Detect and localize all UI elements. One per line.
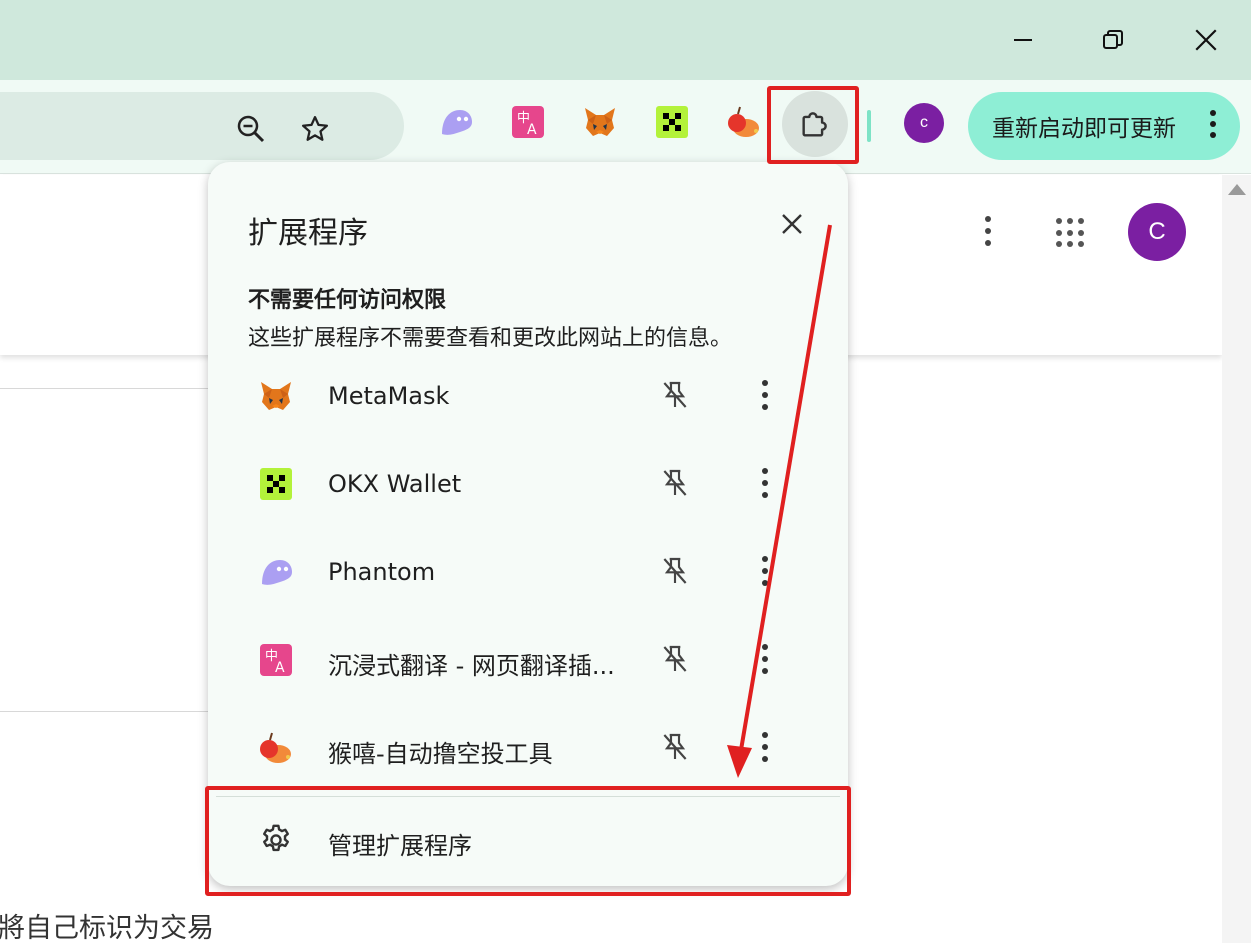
- more-menu-icon[interactable]: [1210, 110, 1216, 138]
- star-icon[interactable]: [300, 114, 330, 144]
- annotation-highlight-extensions-button: [767, 86, 859, 164]
- update-label: 重新启动即可更新: [992, 115, 1176, 141]
- extension-name: 沉浸式翻译 - 网页翻译插...: [328, 652, 615, 680]
- svg-text:A: A: [275, 660, 285, 676]
- extension-row-phantom[interactable]: Phantom: [208, 534, 848, 622]
- immersive-translate-icon[interactable]: 中A: [510, 104, 546, 140]
- address-bar[interactable]: [0, 92, 404, 160]
- immersive-translate-icon: 中A: [258, 642, 294, 678]
- houxi-icon[interactable]: [726, 104, 762, 140]
- zoom-out-icon[interactable]: [236, 114, 266, 144]
- page-profile-avatar[interactable]: C: [1128, 203, 1186, 261]
- extension-row-metamask[interactable]: MetaMask: [208, 358, 848, 446]
- okx-wallet-icon[interactable]: [654, 104, 690, 140]
- extension-menu-icon[interactable]: [753, 730, 777, 766]
- scrollbar[interactable]: [1222, 175, 1251, 943]
- section-title: 不需要任何访问权限: [248, 288, 447, 313]
- annotation-highlight-manage-extensions: [205, 786, 851, 896]
- phantom-icon: [258, 554, 294, 590]
- popup-close-button[interactable]: [778, 210, 806, 238]
- extension-menu-icon[interactable]: [753, 378, 777, 414]
- unpin-icon[interactable]: [658, 378, 692, 412]
- unpin-icon[interactable]: [658, 730, 692, 764]
- page-more-icon[interactable]: [985, 216, 991, 246]
- restore-icon: [1103, 30, 1123, 49]
- close-window-button[interactable]: [1178, 14, 1234, 66]
- extensions-popup: 扩展程序 不需要任何访问权限 这些扩展程序不需要查看和更改此网站上的信息。 Me…: [208, 162, 848, 886]
- unpin-icon[interactable]: [658, 466, 692, 500]
- okx-wallet-icon: [258, 466, 294, 502]
- page-body-text: 將自己标识为交易: [0, 913, 214, 943]
- browser-toolbar: 中A c 重新启动即可更新: [0, 80, 1251, 174]
- phantom-icon[interactable]: [438, 104, 474, 140]
- divider: [0, 711, 210, 712]
- title-bar: [0, 0, 1251, 80]
- extension-menu-icon[interactable]: [753, 554, 777, 590]
- unpin-icon[interactable]: [658, 642, 692, 676]
- divider: [0, 388, 210, 389]
- extension-name: MetaMask: [328, 382, 450, 410]
- scroll-up-arrow-icon[interactable]: [1228, 184, 1246, 195]
- update-button[interactable]: 重新启动即可更新: [968, 92, 1240, 160]
- extension-row-immersive-translate[interactable]: 中A 沉浸式翻译 - 网页翻译插...: [208, 622, 848, 710]
- unpin-icon[interactable]: [658, 554, 692, 588]
- extension-row-okx-wallet[interactable]: OKX Wallet: [208, 446, 848, 534]
- apps-grid-icon[interactable]: [1056, 218, 1086, 248]
- extension-name: Phantom: [328, 558, 436, 586]
- extension-row-houxi[interactable]: 猴嘻-自动撸空投工具: [208, 710, 848, 798]
- houxi-icon: [258, 730, 294, 766]
- close-icon: [782, 214, 802, 234]
- section-description: 这些扩展程序不需要查看和更改此网站上的信息。: [248, 326, 733, 351]
- extension-menu-icon[interactable]: [753, 466, 777, 502]
- close-icon: [1195, 29, 1217, 51]
- toolbar-separator: [867, 110, 871, 142]
- metamask-icon: [258, 378, 294, 414]
- metamask-icon[interactable]: [582, 104, 618, 140]
- svg-text:A: A: [527, 122, 537, 138]
- extension-menu-icon[interactable]: [753, 642, 777, 678]
- extension-name: 猴嘻-自动撸空投工具: [328, 740, 553, 768]
- extension-name: OKX Wallet: [328, 470, 462, 498]
- popup-title: 扩展程序: [248, 216, 368, 251]
- minimize-button[interactable]: [995, 14, 1051, 66]
- profile-avatar[interactable]: c: [904, 103, 944, 143]
- restore-button[interactable]: [1085, 14, 1141, 66]
- minimize-icon: [1014, 39, 1032, 41]
